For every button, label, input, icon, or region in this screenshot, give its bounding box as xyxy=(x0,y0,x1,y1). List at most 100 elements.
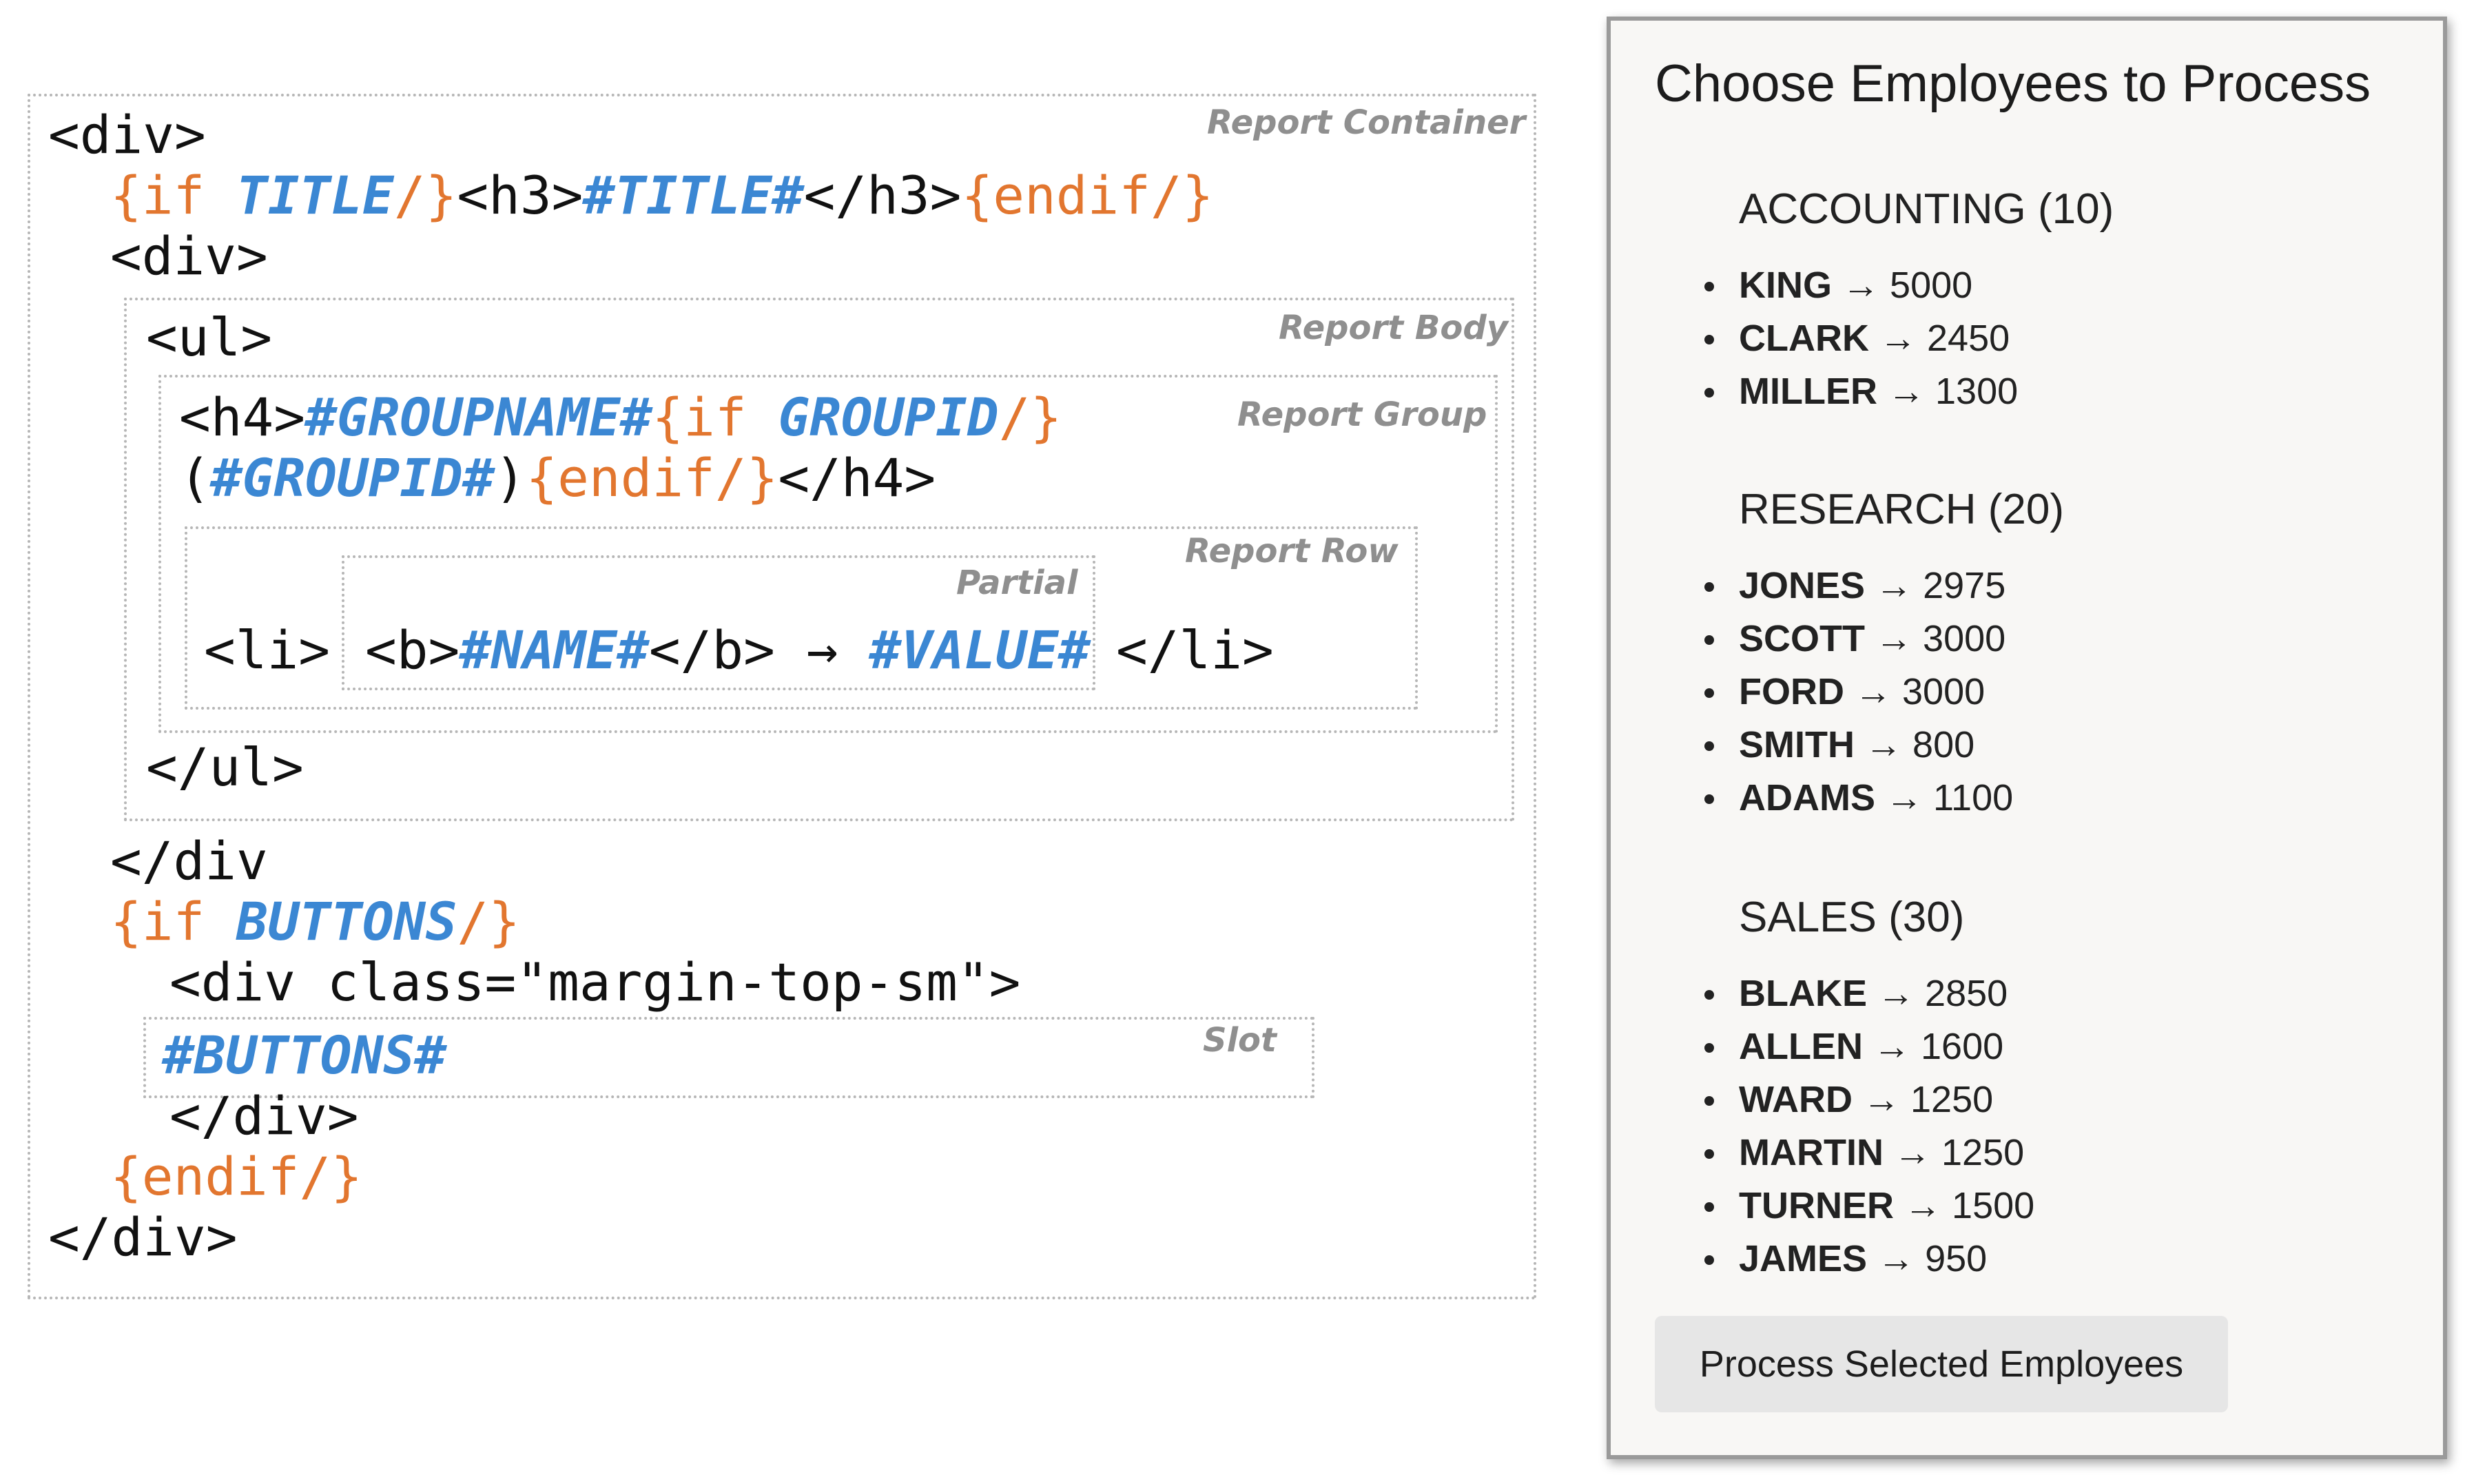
employee-item: MARTIN → 1250 xyxy=(1704,1126,2034,1179)
bullet-icon xyxy=(1704,335,1714,344)
html-markup: </h4> xyxy=(778,447,936,508)
employee-item: SMITH → 800 xyxy=(1704,719,2013,772)
group-heading: SALES (30) xyxy=(1739,894,1965,941)
report-body-label: Report Body xyxy=(1279,309,1508,347)
html-markup: </ul> xyxy=(146,736,304,798)
html-markup: <h4> xyxy=(179,387,306,448)
employee-name: JONES xyxy=(1739,565,1866,606)
employee-name: MARTIN xyxy=(1739,1132,1884,1173)
code-line: <li> xyxy=(204,620,330,681)
employee-name: JAMES xyxy=(1739,1238,1868,1279)
html-markup: <b> xyxy=(365,619,460,681)
template-variable: #NAME# xyxy=(460,619,649,681)
bullet-icon xyxy=(1704,1255,1714,1265)
panel-title: Choose Employees to Process xyxy=(1655,54,2371,113)
arrow-icon: → xyxy=(1842,265,1880,306)
bullet-icon xyxy=(1704,635,1714,645)
arrow-icon: → xyxy=(1877,973,1915,1014)
preview-panel: Choose Employees to Process ACCOUNTING (… xyxy=(1607,17,2447,1459)
employee-name: KING xyxy=(1739,265,1832,306)
template-variable: #VALUE# xyxy=(869,619,1091,681)
employee-name: ALLEN xyxy=(1739,1026,1863,1067)
employee-name: ADAMS xyxy=(1739,777,1875,818)
partial-label: Partial xyxy=(956,564,1078,602)
process-selected-employees-button[interactable]: Process Selected Employees xyxy=(1655,1316,2228,1412)
template-directive: {endif/} xyxy=(961,165,1214,226)
report-row-label: Report Row xyxy=(1185,532,1399,570)
template-directive: {endif/} xyxy=(110,1146,363,1207)
code-line: <div> xyxy=(110,226,268,287)
employee-value: 1600 xyxy=(1921,1026,2004,1067)
template-directive: {endif/} xyxy=(526,447,778,508)
employee-name: SCOTT xyxy=(1739,618,1865,659)
arrow-icon: → xyxy=(1877,1238,1915,1279)
template-directive: /} xyxy=(393,165,457,226)
template-directive: {if xyxy=(652,387,778,448)
employee-item: BLAKE → 2850 xyxy=(1704,967,2034,1020)
code-line: </ul> xyxy=(146,737,304,798)
code-line: (#GROUPID#){endif/}</h4> xyxy=(179,448,936,508)
arrow-icon: → xyxy=(1875,618,1913,659)
html-markup: </div> xyxy=(169,1085,359,1146)
html-markup: </h3> xyxy=(803,165,962,226)
employee-name: CLARK xyxy=(1739,318,1869,359)
html-markup: </li> xyxy=(1116,619,1274,681)
template-directive: /} xyxy=(998,387,1062,448)
employee-item: CLARK → 2450 xyxy=(1704,312,2018,365)
bullet-icon xyxy=(1704,741,1714,751)
bullet-icon xyxy=(1704,688,1714,698)
bullet-icon xyxy=(1704,582,1714,592)
employee-value: 3000 xyxy=(1923,618,2006,659)
slot-label: Slot xyxy=(1203,1021,1277,1060)
employee-name: TURNER xyxy=(1739,1185,1894,1226)
html-markup: </div xyxy=(110,830,268,892)
employee-name: SMITH xyxy=(1739,724,1855,765)
arrow-icon: → xyxy=(1863,1079,1900,1120)
template-variable: GROUPID xyxy=(778,387,999,448)
arrow-icon: → xyxy=(1865,724,1903,765)
code-line: <div> xyxy=(48,105,206,165)
template-directive: /} xyxy=(457,891,520,952)
arrow-icon: → xyxy=(1904,1185,1942,1226)
arrow-icon: → xyxy=(1893,1132,1931,1173)
employee-value: 950 xyxy=(1925,1238,1988,1279)
arrow-icon: → xyxy=(1879,318,1917,359)
bullet-icon xyxy=(1704,282,1714,291)
code-line: {if TITLE/}<h3>#TITLE#</h3>{endif/} xyxy=(110,165,1213,226)
html-markup: <div> xyxy=(48,104,206,165)
code-line: <h4>#GROUPNAME#{if GROUPID/} xyxy=(179,387,1062,448)
bullet-icon xyxy=(1704,990,1714,1000)
employee-list: KING → 5000 CLARK → 2450 MILLER → 1300 xyxy=(1704,259,2018,418)
employee-value: 1100 xyxy=(1933,777,2014,818)
employee-item: TURNER → 1500 xyxy=(1704,1179,2034,1233)
employee-name: WARD xyxy=(1739,1079,1853,1120)
employee-value: 5000 xyxy=(1890,265,1973,306)
code-line: {endif/} xyxy=(110,1146,362,1207)
template-variable: #GROUPID# xyxy=(210,447,495,508)
employee-item: SCOTT → 3000 xyxy=(1704,612,2013,666)
html-markup: ) xyxy=(494,447,526,508)
html-markup: <div> xyxy=(110,225,268,287)
employee-list: JONES → 2975 SCOTT → 3000 FORD → 3000 SMITH… xyxy=(1704,559,2014,825)
code-line: </div> xyxy=(48,1207,238,1268)
employee-item: ADAMS → 1100 xyxy=(1704,772,2014,825)
employee-name: BLAKE xyxy=(1739,973,1867,1014)
html-markup: <ul> xyxy=(146,307,273,368)
template-variable: #TITLE# xyxy=(583,165,804,226)
code-line: #BUTTONS# xyxy=(163,1025,446,1086)
employee-value: 1250 xyxy=(1910,1079,1994,1120)
arrow-icon: → xyxy=(1875,565,1913,606)
bullet-icon xyxy=(1704,1202,1714,1212)
employee-item: JAMES → 950 xyxy=(1704,1233,2034,1286)
code-line: {if BUTTONS/} xyxy=(110,892,520,952)
employee-item: KING → 5000 xyxy=(1704,259,2018,312)
html-markup: </div> xyxy=(48,1206,238,1268)
employee-list: BLAKE → 2850 ALLEN → 1600 WARD → 1250 MARTI… xyxy=(1704,967,2034,1286)
html-markup: <li> xyxy=(204,619,331,681)
group-heading: ACCOUNTING (10) xyxy=(1739,185,2114,233)
arrow-icon: → xyxy=(1886,777,1923,818)
arrow-icon: → xyxy=(1855,671,1892,712)
code-line: <ul> xyxy=(146,307,272,368)
bullet-icon xyxy=(1704,1096,1714,1106)
employee-item: WARD → 1250 xyxy=(1704,1073,2034,1126)
